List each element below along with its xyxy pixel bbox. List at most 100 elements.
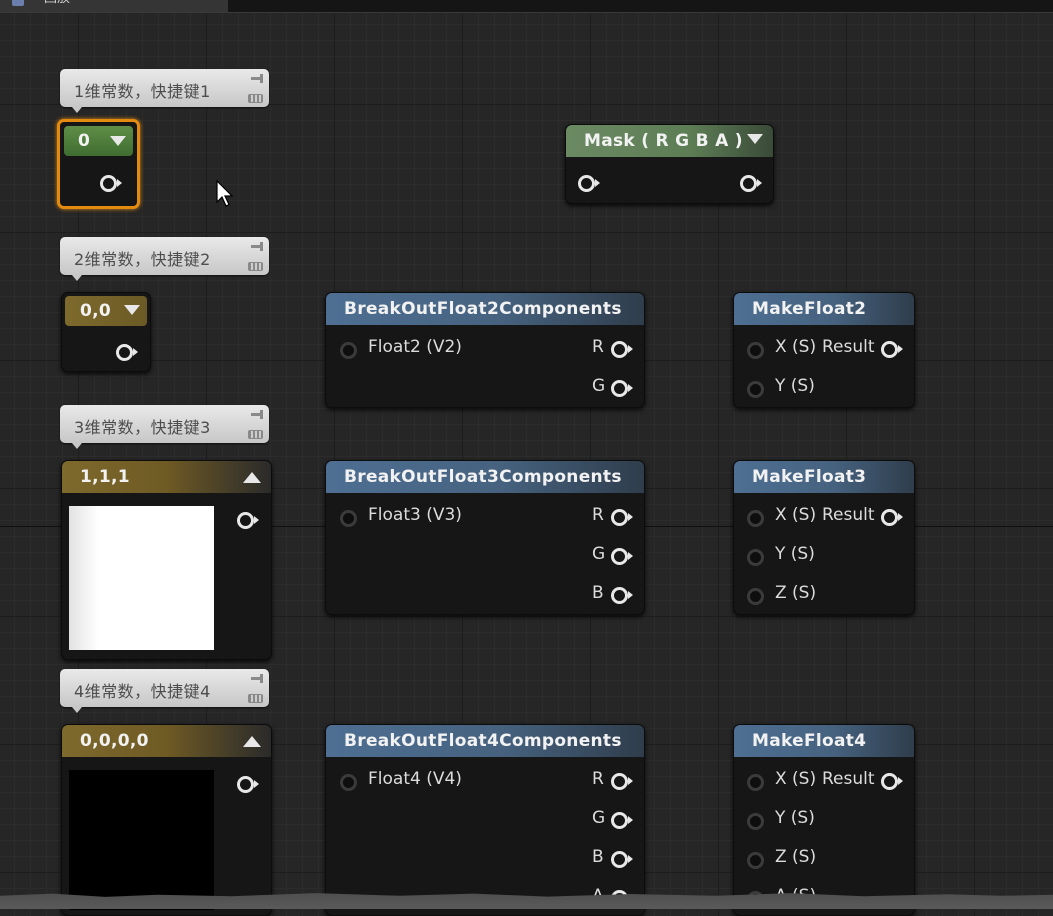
collapse-arrow-icon[interactable]: [124, 305, 140, 315]
node-header[interactable]: MakeFloat3: [734, 461, 914, 493]
comment-pointer: [72, 275, 82, 281]
input-pin-z[interactable]: [747, 588, 764, 605]
comment-bubble-2[interactable]: 2维常数，快捷键2: [60, 237, 269, 281]
mask-node[interactable]: Mask ( R G B A ): [565, 124, 774, 204]
output-pin-r[interactable]: [611, 773, 633, 790]
expand-arrow-icon[interactable]: [243, 736, 261, 747]
comment-color-icon[interactable]: [248, 94, 263, 103]
pin-icon[interactable]: [251, 674, 263, 683]
comment-bubble-4[interactable]: 4维常数，快捷键4: [60, 669, 269, 713]
node-title: MakeFloat3: [752, 467, 867, 487]
input-pin-x[interactable]: [747, 774, 764, 791]
input-pin-x[interactable]: [747, 342, 764, 359]
input-pin-y[interactable]: [747, 813, 764, 830]
output-pin[interactable]: [237, 776, 259, 793]
constant-node-2[interactable]: 0,0: [61, 292, 151, 372]
node-header[interactable]: MakeFloat2: [734, 293, 914, 325]
expand-arrow-icon[interactable]: [243, 472, 261, 483]
pin-icon[interactable]: [251, 410, 263, 419]
comment-color-icon[interactable]: [248, 430, 263, 439]
input-pin-z[interactable]: [747, 852, 764, 869]
input-label: X (S): [775, 337, 817, 357]
node-header[interactable]: Mask ( R G B A ): [566, 125, 773, 157]
input-pin-x[interactable]: [747, 510, 764, 527]
output-pin[interactable]: [237, 512, 259, 529]
collapse-arrow-icon[interactable]: [747, 134, 763, 144]
pin-icon[interactable]: [251, 242, 263, 251]
output-pin-r[interactable]: [611, 509, 633, 526]
comment-text: 1维常数，快捷键1: [74, 82, 211, 101]
node-header[interactable]: MakeFloat4: [734, 725, 914, 757]
comment-pointer: [72, 107, 82, 113]
comment-text: 3维常数，快捷键3: [74, 418, 211, 437]
color-preview: [69, 506, 214, 650]
output-pin[interactable]: [881, 341, 903, 358]
output-label: G: [592, 376, 606, 396]
output-label: Result: [822, 337, 875, 357]
input-pin-y[interactable]: [747, 381, 764, 398]
node-title: BreakOutFloat4Components: [344, 731, 622, 751]
editor-tab[interactable]: 回放: [0, 0, 228, 12]
comment-bubble-1[interactable]: 1维常数，快捷键1: [60, 69, 269, 113]
input-label: Y (S): [775, 376, 815, 396]
comment-text: 2维常数，快捷键2: [74, 250, 211, 269]
constant-node-3[interactable]: 1,1,1: [61, 460, 272, 660]
input-pin-y[interactable]: [747, 549, 764, 566]
make-float4-node[interactable]: MakeFloat4 X (S) Result Y (S) Z (S) A (S…: [733, 724, 915, 916]
output-pin-g[interactable]: [611, 380, 633, 397]
output-pin[interactable]: [116, 344, 138, 361]
comment-pointer: [72, 707, 82, 713]
node-title: 0: [78, 131, 91, 151]
comment-color-icon[interactable]: [248, 694, 263, 703]
output-pin-g[interactable]: [611, 812, 633, 829]
node-title: 1,1,1: [80, 467, 130, 487]
input-pin[interactable]: [340, 510, 357, 527]
comment-bubble-3[interactable]: 3维常数，快捷键3: [60, 405, 269, 449]
output-label: G: [592, 544, 606, 564]
collapse-arrow-icon[interactable]: [110, 136, 126, 146]
output-label: B: [592, 583, 604, 603]
break-float4-node[interactable]: BreakOutFloat4Components Float4 (V4) R G…: [325, 724, 645, 916]
blueprint-icon: [12, 0, 24, 6]
node-header[interactable]: 0,0: [65, 296, 147, 326]
output-pin-b[interactable]: [611, 851, 633, 868]
node-header[interactable]: 0: [64, 126, 133, 156]
node-title: MakeFloat4: [752, 731, 867, 751]
constant-node-1[interactable]: 0: [57, 119, 140, 209]
input-pin[interactable]: [340, 342, 357, 359]
make-float3-node[interactable]: MakeFloat3 X (S) Result Y (S) Z (S): [733, 460, 915, 615]
output-pin-r[interactable]: [611, 341, 633, 358]
output-pin[interactable]: [740, 175, 762, 192]
output-pin-g[interactable]: [611, 548, 633, 565]
output-pin[interactable]: [881, 509, 903, 526]
tab-title: 回放: [44, 0, 70, 7]
node-title: Mask ( R G B A ): [584, 131, 743, 151]
mouse-cursor-icon: [216, 180, 234, 207]
output-label: Result: [822, 769, 875, 789]
comment-color-icon[interactable]: [248, 262, 263, 271]
break-float2-node[interactable]: BreakOutFloat2Components Float2 (V2) R G: [325, 292, 645, 408]
input-label: Float2 (V2): [368, 337, 462, 357]
node-header[interactable]: BreakOutFloat3Components: [326, 461, 644, 493]
output-pin[interactable]: [881, 773, 903, 790]
node-header[interactable]: BreakOutFloat4Components: [326, 725, 644, 757]
output-pin-b[interactable]: [611, 587, 633, 604]
constant-node-4[interactable]: 0,0,0,0: [61, 724, 272, 916]
input-label: Float4 (V4): [368, 769, 462, 789]
node-header[interactable]: 0,0,0,0: [62, 725, 271, 757]
comment-text: 4维常数，快捷键4: [74, 682, 211, 701]
pin-icon[interactable]: [251, 74, 263, 83]
input-pin[interactable]: [340, 774, 357, 791]
node-header[interactable]: 1,1,1: [62, 461, 271, 493]
comment-pointer: [72, 443, 82, 449]
make-float2-node[interactable]: MakeFloat2 X (S) Result Y (S): [733, 292, 915, 408]
break-float3-node[interactable]: BreakOutFloat3Components Float3 (V3) R G…: [325, 460, 645, 615]
top-bar: 回放: [0, 0, 1053, 13]
node-header[interactable]: BreakOutFloat2Components: [326, 293, 644, 325]
output-label: R: [592, 337, 604, 357]
input-label: Float3 (V3): [368, 505, 462, 525]
output-pin[interactable]: [100, 175, 122, 192]
node-title: BreakOutFloat2Components: [344, 299, 622, 319]
input-pin[interactable]: [578, 175, 600, 192]
input-label: Z (S): [775, 847, 817, 867]
